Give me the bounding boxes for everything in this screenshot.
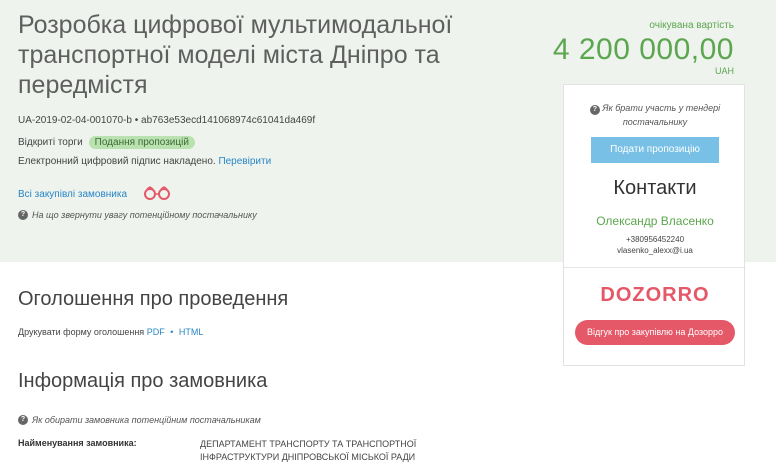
panel-divider <box>564 267 746 268</box>
signature-row: Електронний цифровий підпис накладено. П… <box>18 156 271 167</box>
side-panel: ? Як брати участь у тендері постачальник… <box>563 84 746 366</box>
contacts-title: Контакти <box>613 177 697 199</box>
attention-hint[interactable]: ? На що звернути увагу потенційному пост… <box>18 210 257 220</box>
customer-info-title: Інформація про замовника <box>18 370 268 392</box>
help-icon: ? <box>18 210 28 220</box>
expected-value-label: очікувана вартість <box>649 20 734 31</box>
dozorro-review-button[interactable]: Відгук про закупівлю на Дозорро <box>575 320 735 345</box>
customer-name-value: ДЕПАРТАМЕНТ ТРАНСПОРТУ ТА ТРАНСПОРТНОЇ І… <box>200 439 417 462</box>
print-form-text: Друкувати форму оголошення <box>18 327 145 337</box>
contact-email: vlasenko_alexx@i.ua <box>617 246 693 255</box>
html-link[interactable]: HTML <box>179 327 204 337</box>
pdf-link[interactable]: PDF <box>147 327 165 337</box>
status-badge: Подання пропозицій <box>88 136 195 149</box>
binoculars-icon[interactable] <box>143 186 171 200</box>
submit-proposal-button[interactable]: Подати пропозицію <box>591 137 719 163</box>
customer-name-label: Найменування замовника: <box>18 438 137 448</box>
print-form-row: Друкувати форму оголошення PDF • HTML <box>18 327 203 337</box>
attention-text: На що звернути увагу потенційному постач… <box>32 210 257 220</box>
help-icon: ? <box>18 415 28 425</box>
how-to-participate[interactable]: ? Як брати участь у тендері постачальник… <box>564 101 746 129</box>
expected-value-amount: 4 200 000,00 <box>552 33 734 66</box>
tender-hash: ab763e53ecd141068974c61041da469f <box>141 115 316 126</box>
page-title: Розробка цифрової мультимодальної трансп… <box>18 11 453 99</box>
id-separator: • <box>134 115 139 126</box>
status-row: Відкриті торги Подання пропозицій <box>18 136 195 149</box>
expected-value-currency: UAH <box>714 66 734 76</box>
signature-text: Електронний цифровий підпис накладено. <box>18 156 216 167</box>
contact-phone: +380956452240 <box>625 235 685 244</box>
all-purchases-link[interactable]: Всі закупівлі замовника <box>18 189 127 200</box>
choose-customer-hint[interactable]: ? Як обирати замовника потенційним поста… <box>18 415 261 425</box>
procedure-type: Відкриті торги <box>18 137 83 148</box>
tender-id: UA-2019-02-04-001070-b <box>18 115 132 126</box>
tender-id-row: UA-2019-02-04-001070-b • ab763e53ecd1410… <box>18 115 315 126</box>
contact-name: Олександр Власенко <box>596 214 714 228</box>
announcement-title: Оголошення про проведення <box>18 288 289 310</box>
help-icon: ? <box>589 105 600 115</box>
choose-customer-text: Як обирати замовника потенційним постача… <box>32 415 261 425</box>
dozorro-logo: DOZORRO <box>600 284 710 306</box>
link-separator: • <box>170 327 174 337</box>
how-to-participate-text: Як брати участь у тендері постачальнику <box>602 103 721 127</box>
verify-link[interactable]: Перевірити <box>218 156 271 167</box>
